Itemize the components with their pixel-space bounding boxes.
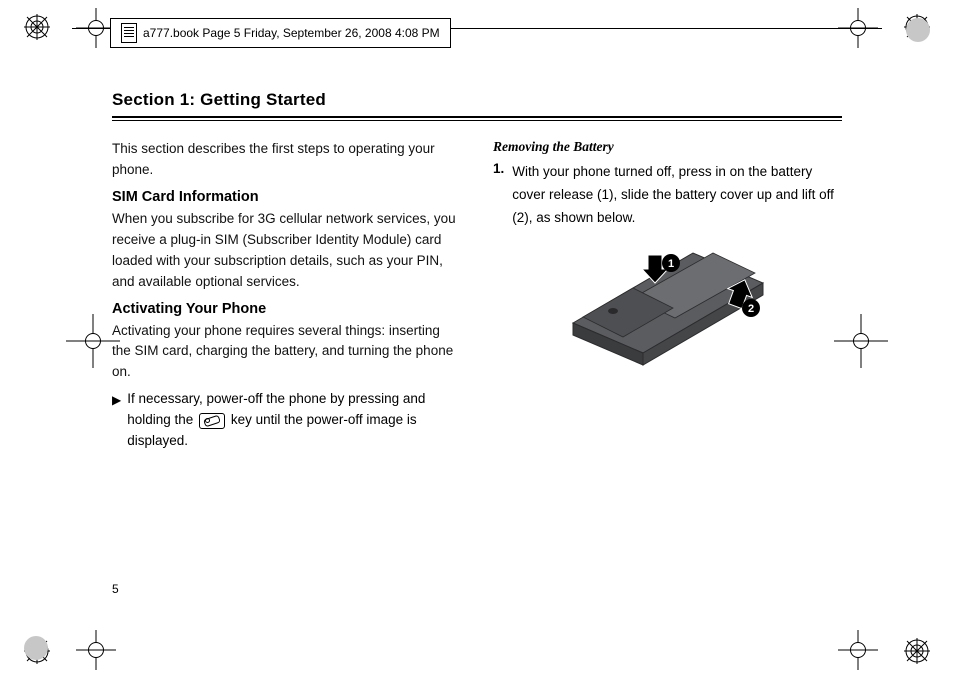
gray-circle-icon bbox=[906, 18, 930, 42]
intro-text: This section describes the first steps t… bbox=[112, 139, 461, 181]
crop-crosshair-icon bbox=[834, 314, 888, 368]
heading-removing-battery: Removing the Battery bbox=[493, 139, 842, 155]
step-1: 1. With your phone turned off, press in … bbox=[493, 161, 842, 230]
right-column: Removing the Battery 1. With your phone … bbox=[493, 139, 842, 452]
section-title: Section 1: Getting Started bbox=[112, 90, 842, 110]
page-body: Section 1: Getting Started This section … bbox=[112, 90, 842, 592]
figure-remove-battery: 1 2 bbox=[493, 238, 842, 388]
figure-callout-2: 2 bbox=[747, 303, 753, 315]
header-slug: a777.book Page 5 Friday, September 26, 2… bbox=[110, 18, 451, 48]
sim-text: When you subscribe for 3G cellular netwo… bbox=[112, 209, 461, 293]
step-text: With your phone turned off, press in on … bbox=[512, 161, 842, 230]
page-number: 5 bbox=[112, 582, 119, 596]
crop-crosshair-icon bbox=[76, 630, 116, 670]
bullet-item: ▶ If necessary, power-off the phone by p… bbox=[112, 389, 461, 452]
gray-circle-icon bbox=[24, 636, 48, 660]
phone-battery-illustration: 1 2 bbox=[553, 238, 783, 388]
registration-mark-icon bbox=[904, 638, 930, 664]
heading-sim: SIM Card Information bbox=[112, 189, 461, 205]
bullet-text: If necessary, power-off the phone by pre… bbox=[127, 389, 461, 452]
section-rule bbox=[112, 120, 842, 121]
end-call-key-icon bbox=[199, 413, 225, 429]
step-number: 1. bbox=[493, 161, 504, 230]
left-column: This section describes the first steps t… bbox=[112, 139, 461, 452]
header-slug-text: a777.book Page 5 Friday, September 26, 2… bbox=[143, 26, 440, 40]
heading-activating: Activating Your Phone bbox=[112, 301, 461, 317]
triangle-bullet-icon: ▶ bbox=[112, 389, 121, 410]
crop-crosshair-icon bbox=[838, 630, 878, 670]
registration-mark-icon bbox=[24, 14, 50, 40]
activating-text: Activating your phone requires several t… bbox=[112, 321, 461, 384]
section-rule bbox=[112, 116, 842, 118]
figure-callout-1: 1 bbox=[667, 258, 673, 270]
document-icon bbox=[121, 23, 137, 43]
